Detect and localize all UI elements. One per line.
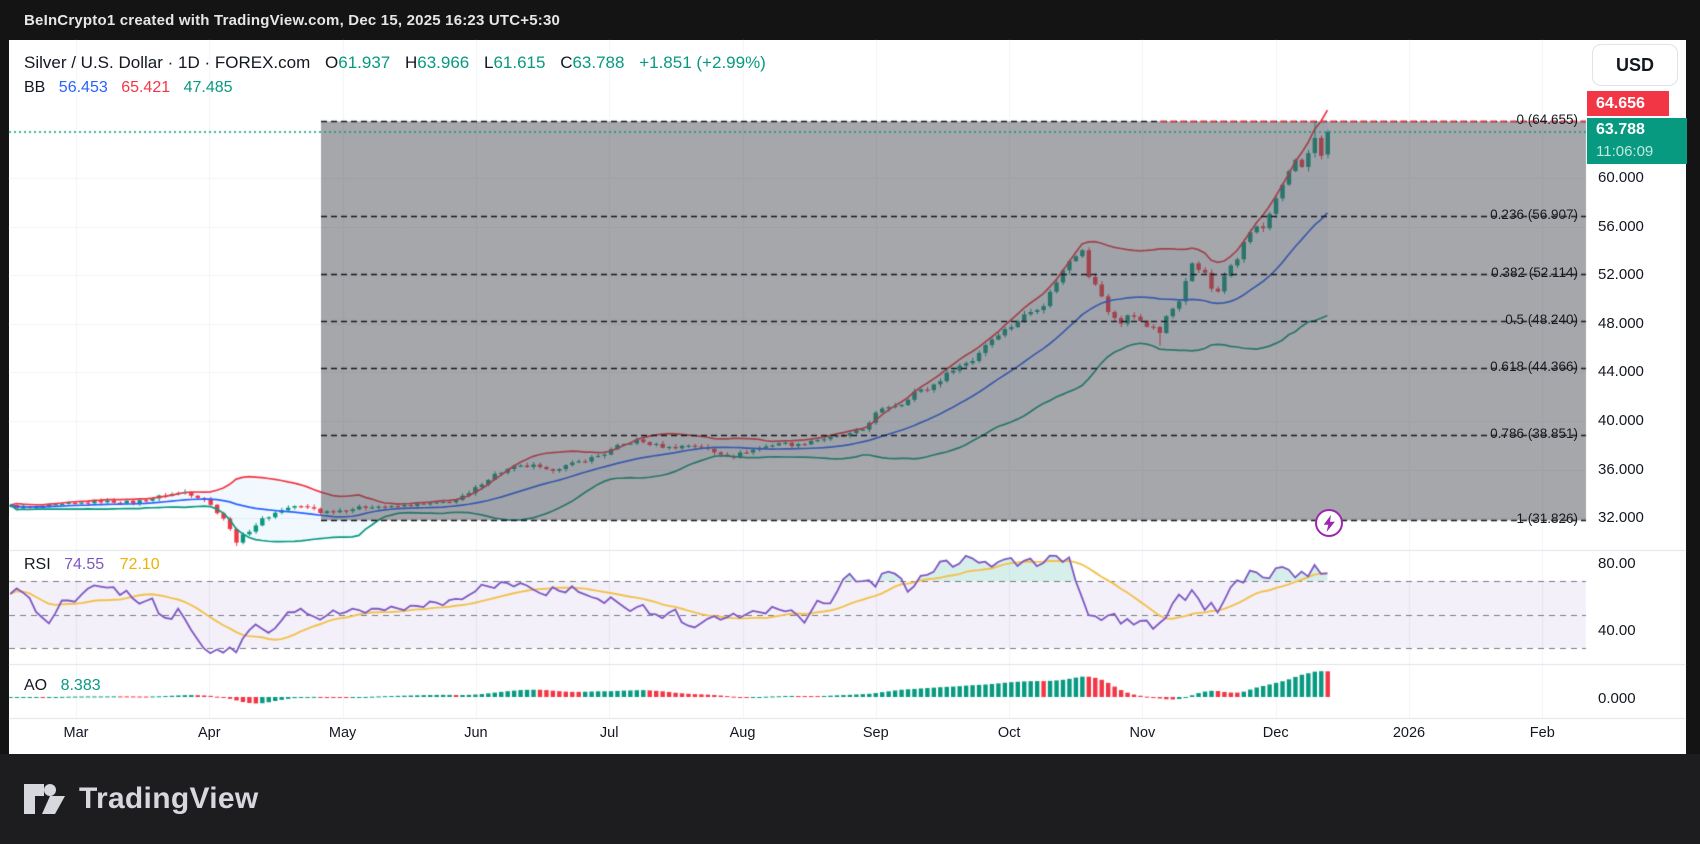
high-price-badge: 64.656 bbox=[1587, 91, 1669, 116]
close-key: C bbox=[560, 53, 573, 72]
time-axis-label: Oct bbox=[997, 725, 1021, 741]
ao-legend[interactable]: AO 8.383 bbox=[24, 677, 101, 695]
ao-value: 8.383 bbox=[60, 677, 101, 694]
fib-level-label: 0.5 (48.240) bbox=[1505, 311, 1578, 327]
time-axis-label: Feb bbox=[1529, 725, 1555, 741]
rsi-axis-tick: 40.00 bbox=[1598, 622, 1636, 640]
lightning-bolt-glyph bbox=[1323, 514, 1335, 532]
fib-level-label: 0 (64.655) bbox=[1516, 112, 1578, 128]
time-axis-label: Aug bbox=[729, 725, 756, 741]
rsi-legend[interactable]: RSI 74.55 72.10 bbox=[24, 556, 160, 574]
bb-label: BB bbox=[24, 79, 46, 96]
ao-label: AO bbox=[24, 677, 48, 694]
legend-sep2: · bbox=[204, 53, 215, 72]
time-axis-label: Nov bbox=[1129, 725, 1156, 741]
low-value: 61.615 bbox=[493, 53, 546, 72]
high-key: H bbox=[404, 53, 418, 72]
open-key: O bbox=[325, 53, 339, 72]
rsi-value: 74.55 bbox=[64, 556, 105, 573]
legend-sep: · bbox=[167, 53, 178, 72]
tradingview-wordmark: TradingView bbox=[79, 782, 259, 815]
fib-level-label: 0.382 (52.114) bbox=[1491, 264, 1578, 280]
footer-bar: TradingView bbox=[0, 754, 1700, 844]
price-axis-tick: 52.000 bbox=[1598, 266, 1644, 284]
change-value: +1.851 (+2.99%) bbox=[639, 53, 766, 72]
time-axis-label: Sep bbox=[862, 725, 889, 741]
price-axis-tick: 56.000 bbox=[1598, 217, 1644, 235]
time-axis-label: Jun bbox=[464, 725, 488, 741]
rsi-axis-tick: 80.00 bbox=[1598, 555, 1636, 573]
exchange-label: FOREX.com bbox=[214, 53, 311, 72]
fib-level-label: 0.786 (38.851) bbox=[1490, 425, 1578, 441]
time-axis-label: Mar bbox=[63, 725, 89, 741]
interval-label[interactable]: 1D bbox=[178, 53, 200, 72]
fib-level-label: 0.618 (44.366) bbox=[1490, 358, 1578, 374]
time-axis-label: Jul bbox=[599, 725, 619, 741]
bb-legend[interactable]: BB 56.453 65.421 47.485 bbox=[24, 79, 233, 97]
currency-label: USD bbox=[1615, 54, 1654, 75]
currency-toggle-button[interactable]: USD bbox=[1592, 44, 1678, 86]
bb-basis-value: 56.453 bbox=[58, 79, 108, 96]
lightning-icon[interactable] bbox=[1315, 509, 1343, 537]
rsi-label: RSI bbox=[24, 556, 51, 573]
high-value: 63.966 bbox=[417, 53, 470, 72]
bb-lower-value: 47.485 bbox=[183, 79, 233, 96]
time-axis-label: May bbox=[328, 725, 357, 741]
time-axis-label: 2026 bbox=[1392, 725, 1426, 741]
price-axis-tick: 40.000 bbox=[1598, 412, 1644, 429]
price-axis-tick: 60.000 bbox=[1598, 169, 1644, 186]
fib-level-label: 1 (31.826) bbox=[1516, 511, 1578, 527]
rsi-ma-value: 72.10 bbox=[119, 556, 160, 573]
price-axis-tick: 32.000 bbox=[1598, 509, 1644, 527]
countdown-timer: 11:06:09 bbox=[1596, 143, 1654, 160]
time-axis-label: Dec bbox=[1262, 725, 1289, 741]
last-price-value: 63.788 bbox=[1596, 121, 1645, 138]
bb-upper-value: 65.421 bbox=[121, 79, 171, 96]
symbol-legend[interactable]: Silver / U.S. Dollar · 1D · FOREX.com O6… bbox=[24, 53, 766, 73]
tradingview-mark-icon bbox=[24, 784, 65, 814]
time-axis-label: Apr bbox=[198, 725, 221, 741]
tradingview-screenshot: BeInCrypto1 created with TradingView.com… bbox=[0, 0, 1700, 844]
high-price-badge-value: 64.656 bbox=[1596, 94, 1645, 112]
price-axis-tick: 36.000 bbox=[1598, 460, 1644, 478]
open-value: 61.937 bbox=[338, 53, 391, 72]
fib-level-label: 0.236 (56.907) bbox=[1490, 206, 1578, 222]
last-price-badge: 63.788 11:06:09 bbox=[1587, 118, 1687, 164]
ao-axis-tick: 0.000 bbox=[1598, 690, 1636, 707]
symbol-title: Silver / U.S. Dollar bbox=[24, 53, 163, 72]
price-axis-tick: 48.000 bbox=[1598, 314, 1644, 332]
close-value: 63.788 bbox=[572, 53, 625, 72]
tradingview-logo[interactable]: TradingView bbox=[22, 780, 258, 818]
price-axis-tick: 44.000 bbox=[1598, 363, 1644, 381]
